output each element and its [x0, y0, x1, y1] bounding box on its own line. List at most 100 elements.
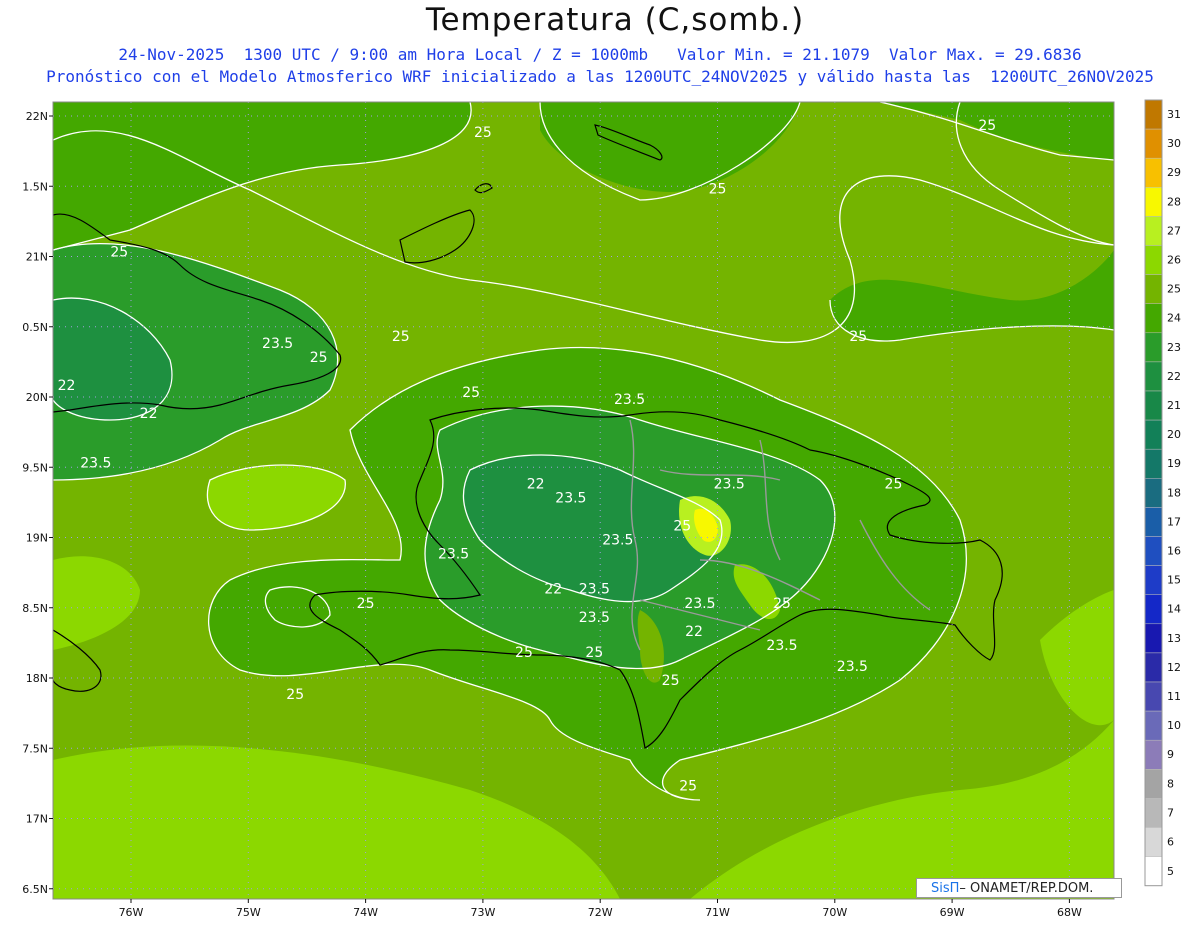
colorbar-swatch: [1144, 448, 1163, 479]
lat-tick-label: 8.5N: [22, 602, 48, 615]
colorbar-swatch: [1144, 507, 1163, 537]
lat-tick-label: 7.5N: [22, 742, 48, 755]
temperature-map: 22N 1.5N 21N 0.5N 20N 9.5N 19N 8.5N 18N 7.5N 17N 6.…: [22, 99, 1181, 919]
contour-label: 23.5: [555, 490, 586, 506]
colorbar-label: 10: [1167, 719, 1181, 732]
colorbar-label: 15: [1167, 574, 1181, 587]
contour-label: 25: [978, 118, 996, 134]
colorbar-swatch: [1144, 652, 1163, 683]
contour-label: 25: [585, 645, 603, 661]
colorbar-label: 30: [1167, 137, 1181, 150]
colorbar-swatch: [1144, 536, 1163, 566]
contour-label: 23.5: [602, 533, 633, 549]
colorbar-label: 13: [1167, 632, 1181, 645]
contour-label: 23.5: [837, 659, 868, 675]
colorbar-label: 21: [1167, 399, 1181, 412]
contour-label: 22: [685, 624, 703, 640]
colorbar-swatch: [1144, 419, 1163, 450]
credit-text: – ONAMET/REP.DOM.: [959, 881, 1094, 896]
colorbar-label: 6: [1167, 836, 1174, 849]
contour-label: 22: [527, 476, 545, 492]
contour-label: 23.5: [579, 610, 610, 626]
contour-label: 25: [357, 596, 375, 612]
colorbar-label: 11: [1167, 690, 1181, 703]
lon-tick-label: 68W: [1057, 906, 1082, 919]
contour-label: 25: [885, 476, 903, 492]
contour-label: 23.5: [438, 547, 469, 563]
colorbar-label: 29: [1167, 166, 1181, 179]
contour-label: 22: [58, 378, 76, 394]
contour-label: 25: [673, 518, 691, 534]
lon-tick-label: 73W: [470, 906, 495, 919]
contour-label: 25: [110, 245, 128, 261]
colorbar-swatch: [1144, 274, 1163, 304]
colorbar-swatch: [1144, 361, 1163, 392]
colorbar-label: 28: [1167, 195, 1181, 208]
contour-label: 23.5: [684, 596, 715, 612]
colorbar-swatch: [1144, 739, 1163, 770]
colorbar-swatch: [1144, 594, 1163, 625]
contour-label: 22: [140, 406, 158, 422]
colorbar-swatch: [1144, 623, 1163, 654]
lat-tick-label: 0.5N: [22, 321, 48, 334]
contour-label: 22: [544, 582, 562, 598]
latitude-labels: 22N 1.5N 21N 0.5N 20N 9.5N 19N 8.5N 18N 7.5N 17N 6.…: [22, 110, 53, 896]
lon-tick-label: 72W: [588, 906, 613, 919]
lat-tick-label: 22N: [26, 110, 48, 123]
colorbar-label: 20: [1167, 428, 1181, 441]
contour-label: 23.5: [714, 476, 745, 492]
lat-tick-label: 20N: [26, 391, 48, 404]
colorbar-swatch: [1144, 565, 1163, 595]
contour-label: 23.5: [579, 582, 610, 598]
lon-tick-label: 70W: [822, 906, 847, 919]
colorbar-label: 24: [1167, 312, 1181, 325]
colorbar-swatch: [1144, 245, 1163, 275]
lon-tick-label: 69W: [940, 906, 965, 919]
colorbar-swatch: [1144, 216, 1163, 246]
lat-tick-label: 17N: [26, 813, 48, 826]
lat-tick-label: 9.5N: [22, 461, 48, 474]
lon-tick-label: 74W: [353, 906, 378, 919]
colorbar-label: 16: [1167, 545, 1181, 558]
lat-tick-label: 6.5N: [22, 883, 48, 896]
colorbar-label: 27: [1167, 224, 1181, 237]
colorbar-label: 17: [1167, 515, 1181, 528]
colorbar-swatch: [1144, 157, 1163, 188]
contour-label: 23.5: [614, 392, 645, 408]
contour-label: 25: [474, 125, 492, 141]
colorbar-label: 19: [1167, 457, 1181, 470]
colorbar-swatch: [1144, 99, 1163, 130]
contour-label: 25: [709, 181, 727, 197]
colorbar-label: 7: [1167, 806, 1174, 819]
colorbar-swatch: [1144, 303, 1163, 334]
colorbar-label: 22: [1167, 370, 1181, 383]
lat-tick-label: 1.5N: [22, 180, 48, 193]
colorbar-label: 25: [1167, 283, 1181, 296]
colorbar-label: 26: [1167, 254, 1181, 267]
lon-tick-label: 71W: [705, 906, 730, 919]
contour-label: 25: [773, 596, 791, 612]
colorbar-label: 31: [1167, 108, 1181, 121]
lon-tick-label: 75W: [236, 906, 261, 919]
colorbar-label: 14: [1167, 603, 1181, 616]
colorbar-swatch: [1144, 478, 1163, 508]
colorbar-swatch: [1144, 769, 1163, 799]
lat-tick-label: 19N: [26, 532, 48, 545]
contour-label: 25: [392, 329, 410, 345]
colorbar-label: 5: [1167, 865, 1174, 878]
lon-tick-label: 76W: [119, 906, 144, 919]
lat-tick-label: 21N: [26, 251, 48, 264]
colorbar-swatch: [1144, 187, 1163, 217]
contour-label: 25: [310, 350, 328, 366]
contour-label: 23.5: [766, 638, 797, 654]
lat-tick-label: 18N: [26, 672, 48, 685]
contour-label: 23.5: [80, 455, 111, 471]
colorbar-swatch: [1144, 332, 1163, 363]
colorbar-swatch: [1144, 856, 1163, 886]
colorbar-label: 12: [1167, 661, 1181, 674]
colorbar-swatch: [1144, 827, 1163, 857]
contour-label: 23.5: [262, 336, 293, 352]
colorbar: 31 30 29 28 27 26 25 24 23 22 21 20 19 18 17 16 15 14 13 12…: [1144, 99, 1181, 887]
credit-box: SisΠ– ONAMET/REP.DOM.: [916, 878, 1122, 898]
colorbar-label: 18: [1167, 486, 1181, 499]
